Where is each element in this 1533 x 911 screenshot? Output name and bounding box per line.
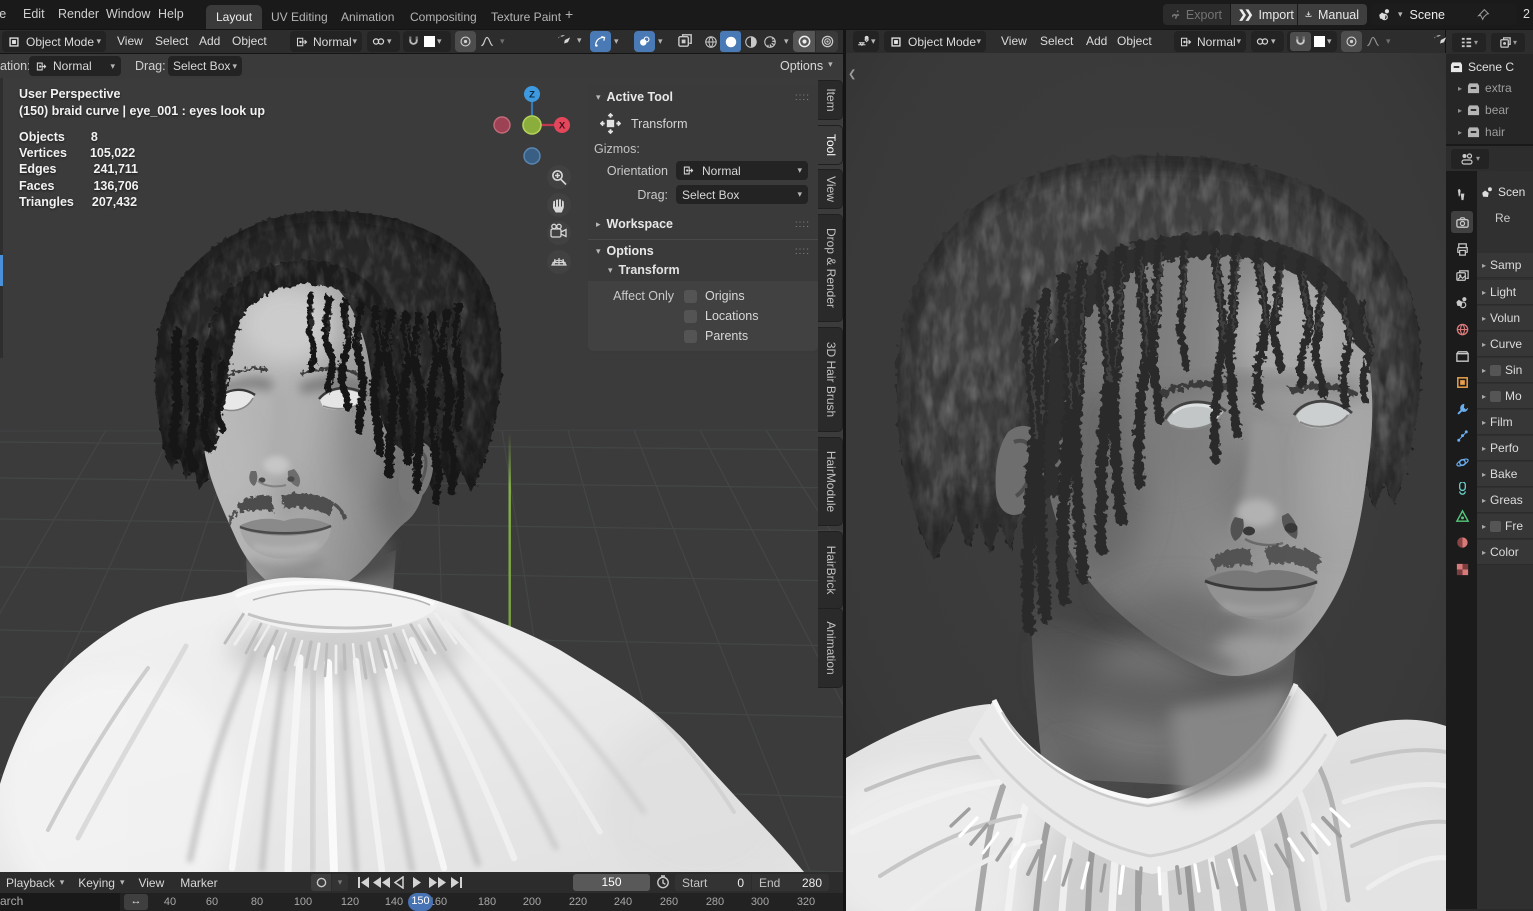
svg-text:Z: Z bbox=[529, 90, 535, 101]
svg-text:X: X bbox=[559, 121, 566, 132]
